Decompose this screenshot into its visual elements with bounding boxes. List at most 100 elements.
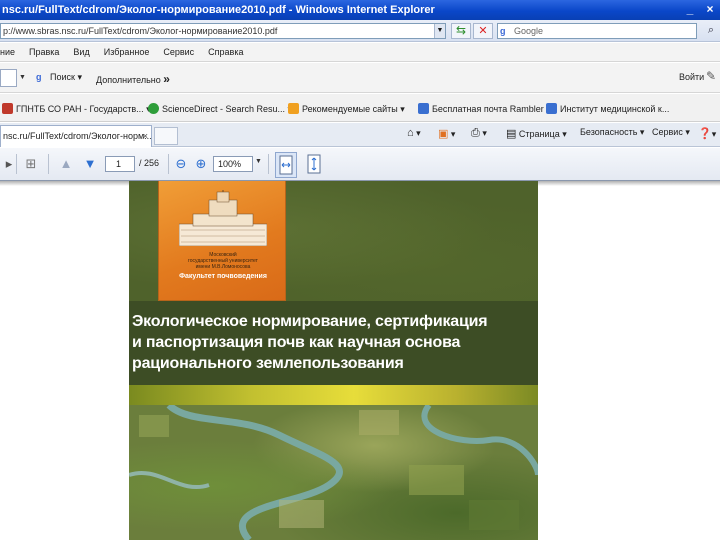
favorites-bar: ГПНТБ СО РАН - Государств... ▾ ScienceDi…	[0, 94, 720, 122]
site-icon	[418, 103, 429, 114]
google-icon: g	[500, 26, 506, 36]
menu-item-edit[interactable]: Правка	[29, 47, 59, 57]
wrench-icon[interactable]: ✎	[706, 69, 720, 85]
google-toolbar-dropdown[interactable]: ▼	[19, 69, 29, 87]
home-icon: ⌂	[407, 127, 414, 139]
new-tab-button[interactable]	[154, 127, 178, 145]
menu-item-favorites[interactable]: Избранное	[104, 47, 150, 57]
url-dropdown-button[interactable]: ▼	[434, 24, 445, 38]
rss-icon: ▣	[438, 128, 449, 140]
favorite-link-sciencedirect[interactable]: ScienceDirect - Search Resu... ▾	[148, 103, 292, 115]
window-controls: _ ×	[680, 0, 720, 20]
google-search-label: Поиск	[50, 72, 75, 82]
menu-item-tools[interactable]: Сервис	[163, 47, 194, 57]
site-icon	[546, 103, 557, 114]
site-icon	[288, 103, 299, 114]
google-search-button[interactable]: g Поиск ▾	[36, 72, 82, 83]
tab-label: nsc.ru/FullText/cdrom/Эколог-норм...	[3, 131, 152, 141]
menu-item-view[interactable]: Вид	[73, 47, 89, 57]
tools-menu-button[interactable]: Сервис ▾	[652, 127, 690, 138]
safety-menu-button[interactable]: Безопасность ▾	[580, 127, 644, 138]
university-building-icon	[179, 190, 267, 246]
search-placeholder: Google	[514, 26, 544, 36]
menu-bar: ние Правка Вид Избранное Сервис Справка	[0, 43, 720, 62]
favorite-label: ScienceDirect - Search Resu...	[162, 104, 286, 114]
zoom-in-icon[interactable]: ⊕	[192, 155, 210, 173]
next-page-icon[interactable]: ▼	[81, 155, 99, 173]
pdf-cover-page: Московский государственный университет и…	[129, 181, 538, 540]
menu-item-help[interactable]: Справка	[208, 47, 243, 57]
title-line-2: и паспортизация почв как научная основа	[132, 334, 461, 351]
google-login-link[interactable]: Войти	[679, 72, 704, 82]
home-button[interactable]: ⌂ ▾	[407, 127, 421, 139]
close-tab-icon[interactable]: ×	[143, 126, 148, 146]
fit-width-button[interactable]	[275, 152, 297, 178]
menu-item-file[interactable]: ние	[0, 47, 15, 57]
fit-page-button[interactable]	[304, 152, 326, 178]
help-button[interactable]: ❓▾	[698, 127, 716, 140]
stop-icon: ✕	[478, 25, 488, 37]
fit-width-icon	[279, 155, 293, 175]
page-menu-label: Страница	[518, 129, 560, 139]
toolbar-separator	[16, 154, 17, 174]
google-toolbar: ▼ g Поиск ▾ Дополнительно » Войти ✎	[0, 63, 720, 93]
pdf-toolbar: ▸ ⊞ ▲ ▼ 1 / 256 ⊖ ⊕ 100% ▼	[0, 148, 720, 181]
google-more-button[interactable]: Дополнительно »	[96, 72, 170, 86]
university-line-3: имени М.В.Ломоносова	[195, 264, 251, 270]
feeds-button[interactable]: ▣ ▾	[438, 127, 455, 140]
favorite-link-rambler[interactable]: Бесплатная почта Rambler	[418, 103, 544, 114]
stop-button[interactable]: ✕	[473, 23, 493, 39]
toolbar-separator	[48, 154, 49, 174]
title-line-1: Экологическое нормирование, сертификация	[132, 313, 488, 330]
zoom-input[interactable]: 100%	[213, 156, 253, 172]
document-title: Экологическое нормирование, сертификация…	[132, 311, 532, 374]
favorite-link-institute[interactable]: Институт медицинской к...	[546, 103, 669, 114]
zoom-dropdown-button[interactable]: ▼	[255, 158, 262, 165]
safety-menu-label: Безопасность	[580, 127, 638, 137]
search-button[interactable]: ⌕	[702, 23, 720, 39]
minimize-button[interactable]: _	[680, 0, 700, 20]
page-total: / 256	[139, 158, 160, 168]
tab-row: nsc.ru/FullText/cdrom/Эколог-норм... × ⌂…	[0, 123, 720, 147]
university-emblem-card: Московский государственный университет и…	[158, 181, 286, 301]
chevron-right-icon: »	[163, 72, 170, 86]
page-icon: ▤	[506, 128, 517, 140]
google-toolbar-input[interactable]	[0, 69, 17, 87]
favorite-label: Бесплатная почта Rambler	[432, 104, 544, 114]
print-button[interactable]: ⎙ ▾	[471, 127, 487, 140]
previous-page-icon[interactable]: ▲	[57, 155, 75, 173]
search-input[interactable]: g Google	[497, 23, 697, 39]
site-icon	[2, 103, 13, 114]
google-more-label: Дополнительно	[96, 75, 161, 85]
favorite-label: Рекомендуемые сайты	[302, 104, 398, 114]
tools-menu-label: Сервис	[652, 127, 683, 137]
cover-stripe	[129, 385, 538, 405]
river-illustration	[129, 405, 538, 540]
faculty-name: Факультет почвоведения	[179, 273, 267, 280]
window-title-bar: nsc.ru/FullText/cdrom/Эколог-нормировани…	[0, 0, 720, 20]
toolbar-separator	[268, 154, 269, 174]
search-icon: ⌕	[707, 24, 715, 36]
zoom-out-icon[interactable]: ⊖	[172, 155, 190, 173]
help-icon: ❓	[698, 128, 712, 140]
refresh-icon: ⇆	[455, 23, 467, 37]
print-icon: ⎙	[471, 127, 480, 139]
close-button[interactable]: ×	[700, 0, 720, 20]
aerial-photo	[129, 405, 538, 540]
page-menu-button[interactable]: ▤ Страница ▾	[506, 127, 567, 140]
fit-page-icon	[307, 154, 321, 174]
email-icon[interactable]: ⊞	[22, 155, 40, 173]
toolbar-separator	[168, 154, 169, 174]
favorite-label: Институт медицинской к...	[560, 104, 670, 114]
address-bar: p://www.sbras.nsc.ru/FullText/cdrom/Экол…	[0, 20, 720, 42]
favorite-link-recommended[interactable]: Рекомендуемые сайты ▾	[288, 103, 405, 115]
title-line-3: рационального землепользования	[132, 355, 404, 372]
favorite-link-gpntb[interactable]: ГПНТБ СО РАН - Государств... ▾	[2, 103, 151, 115]
google-g-icon: g	[36, 72, 42, 82]
site-icon	[148, 103, 159, 114]
url-field[interactable]: p://www.sbras.nsc.ru/FullText/cdrom/Экол…	[0, 23, 446, 39]
refresh-button[interactable]: ⇆	[451, 23, 471, 39]
page-number-input[interactable]: 1	[105, 156, 135, 172]
tab-active[interactable]: nsc.ru/FullText/cdrom/Эколог-норм... ×	[0, 125, 152, 147]
favorite-label: ГПНТБ СО РАН - Государств...	[16, 104, 144, 114]
